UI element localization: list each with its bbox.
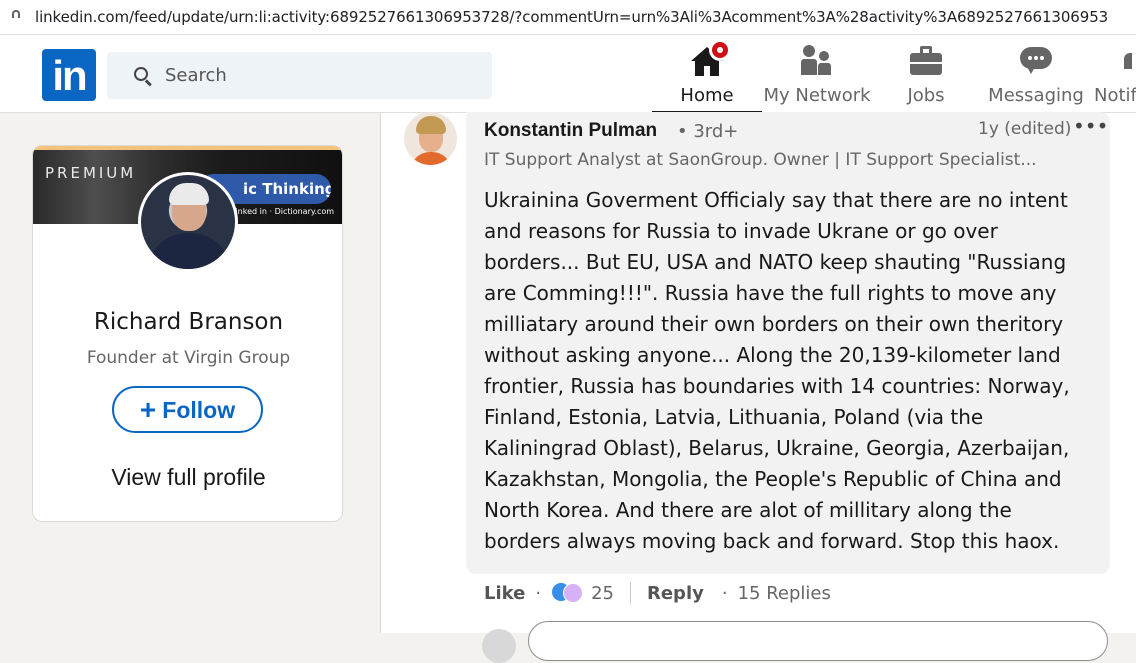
nav-label-notifications: Notif [1094,85,1136,106]
more-options-icon[interactable]: ••• [1073,114,1108,138]
plus-icon: + [139,394,157,425]
profile-card: PREMIUM ic Thinking + Linked in · Dictio… [32,145,343,522]
bell-icon [1094,43,1132,79]
reaction-count[interactable]: 25 [591,583,614,604]
author-headline: IT Support Analyst at SaonGroup. Owner |… [484,150,1037,170]
notification-badge [709,39,731,61]
network-icon [800,43,834,79]
search-input[interactable]: Search [107,52,492,99]
commenter-avatar[interactable] [404,112,457,165]
search-icon [134,66,152,86]
linkedin-logo[interactable]: in [42,49,96,101]
reply-input[interactable] [528,621,1108,661]
profile-name[interactable]: Richard Branson [33,309,342,335]
lock-icon [10,10,22,24]
reactions-icon[interactable] [551,582,584,604]
nav-item-jobs[interactable]: Jobs [886,43,966,113]
search-placeholder: Search [165,65,227,86]
premium-label: PREMIUM [45,164,137,182]
separator-dot: · [721,582,728,604]
nav-label-home: Home [680,85,734,106]
reply-button[interactable]: Reply [647,583,704,604]
divider [629,582,631,604]
nav-item-home[interactable]: Home [652,39,762,113]
comment-body: Ukrainina Goverment Officialy say that t… [484,188,1070,553]
comment-time: 1y (edited) [978,119,1072,139]
replies-link[interactable]: 15 Replies [738,583,831,604]
nav-label-messaging: Messaging [988,85,1084,106]
follow-button[interactable]: + Follow [112,386,263,433]
avatar[interactable] [138,172,238,272]
comment-actions: Like · 25 Reply · 15 Replies [484,580,831,606]
like-button[interactable]: Like [484,583,525,604]
profile-headline: Founder at Virgin Group [86,348,291,368]
nav-label-jobs: Jobs [907,85,945,106]
separator-dot: · [535,582,542,604]
home-icon [689,39,731,79]
reply-avatar [482,629,516,663]
browser-address-bar[interactable]: linkedin.com/feed/update/urn:li:activity… [0,0,1136,35]
nav-item-notifications[interactable]: Notif [1094,43,1136,113]
briefcase-icon [910,43,942,79]
comment-author[interactable]: Konstantin Pulman [484,120,657,142]
view-full-profile-link[interactable]: View full profile [33,464,342,491]
nav-item-my-network[interactable]: My Network [762,43,872,113]
follow-label: Follow [162,397,236,423]
connection-degree: • 3rd+ [677,121,739,142]
banner-brand: Linked in · Dictionary.com [231,207,335,216]
nav-item-messaging[interactable]: Messaging [986,43,1086,113]
url-text[interactable]: linkedin.com/feed/update/urn:li:activity… [35,8,1108,26]
messaging-icon [1020,43,1052,79]
nav-label-my-network: My Network [763,85,871,106]
top-nav: in Search Home My Network Jobs Messaging [0,35,1136,113]
